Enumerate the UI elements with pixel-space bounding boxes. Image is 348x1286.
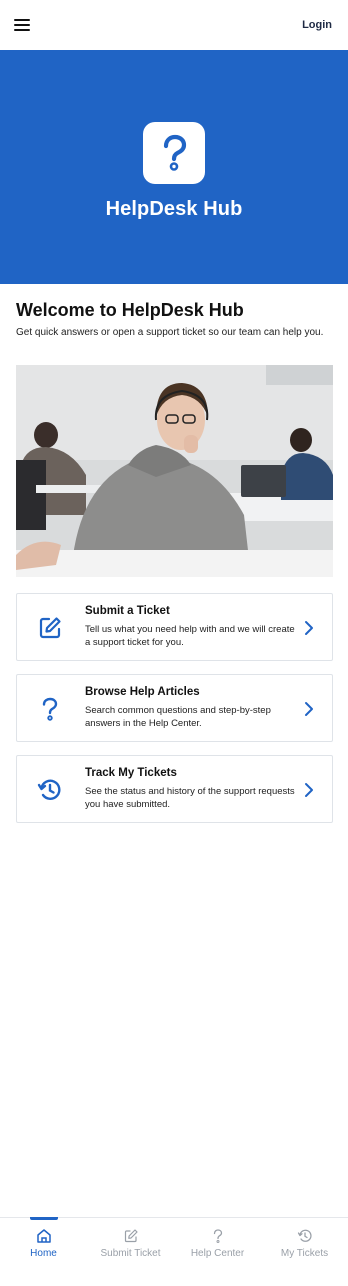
support-agent-photo	[16, 365, 333, 577]
nav-home[interactable]: Home	[0, 1217, 87, 1286]
page-title: Welcome to HelpDesk Hub	[16, 300, 244, 320]
question-icon	[213, 1229, 222, 1243]
top-app-bar: Login	[0, 0, 348, 50]
active-tab-indicator	[29, 1217, 58, 1220]
page-subtitle: Get quick answers or open a support tick…	[16, 327, 324, 338]
browse-help-articles-card[interactable]: Browse Help Articles Search common quest…	[16, 674, 333, 742]
welcome-section: Welcome to HelpDesk Hub Get quick answer…	[16, 299, 336, 340]
card-description: Tell us what you need help with and we w…	[85, 624, 295, 648]
history-icon	[297, 1229, 312, 1242]
submit-ticket-card[interactable]: Submit a Ticket Tell us what you need he…	[16, 593, 333, 661]
menu-icon[interactable]	[14, 19, 30, 31]
track-my-tickets-card[interactable]: Track My Tickets See the status and hist…	[16, 755, 333, 823]
card-title: Browse Help Articles	[85, 686, 200, 698]
question-icon	[163, 134, 187, 171]
nav-label: Help Center	[190, 1248, 245, 1259]
nav-submit-ticket[interactable]: Submit Ticket	[87, 1218, 174, 1286]
edit-icon	[39, 617, 61, 639]
question-icon	[42, 697, 58, 721]
app-name: HelpDesk Hub	[105, 198, 243, 220]
chevron-right-icon	[305, 621, 313, 635]
hero-banner: HelpDesk Hub	[0, 50, 348, 284]
edit-icon	[124, 1229, 138, 1243]
login-button[interactable]: Login	[302, 19, 332, 31]
bottom-navigation: Home Submit Ticket Help Center My Ticket…	[0, 1217, 348, 1286]
nav-label: Home	[30, 1248, 57, 1259]
app-logo	[143, 122, 205, 184]
home-icon	[36, 1229, 51, 1243]
chevron-right-icon	[305, 702, 313, 716]
nav-my-tickets[interactable]: My Tickets	[261, 1218, 348, 1286]
nav-help-center[interactable]: Help Center	[174, 1218, 261, 1286]
card-description: See the status and history of the suppor…	[85, 786, 295, 810]
card-title: Submit a Ticket	[85, 605, 170, 617]
nav-label: Submit Ticket	[100, 1248, 161, 1259]
history-icon	[37, 779, 61, 800]
card-description: Search common questions and step-by-step…	[85, 705, 271, 729]
chevron-right-icon	[305, 783, 313, 797]
card-title: Track My Tickets	[85, 767, 177, 779]
nav-label: My Tickets	[280, 1248, 329, 1259]
